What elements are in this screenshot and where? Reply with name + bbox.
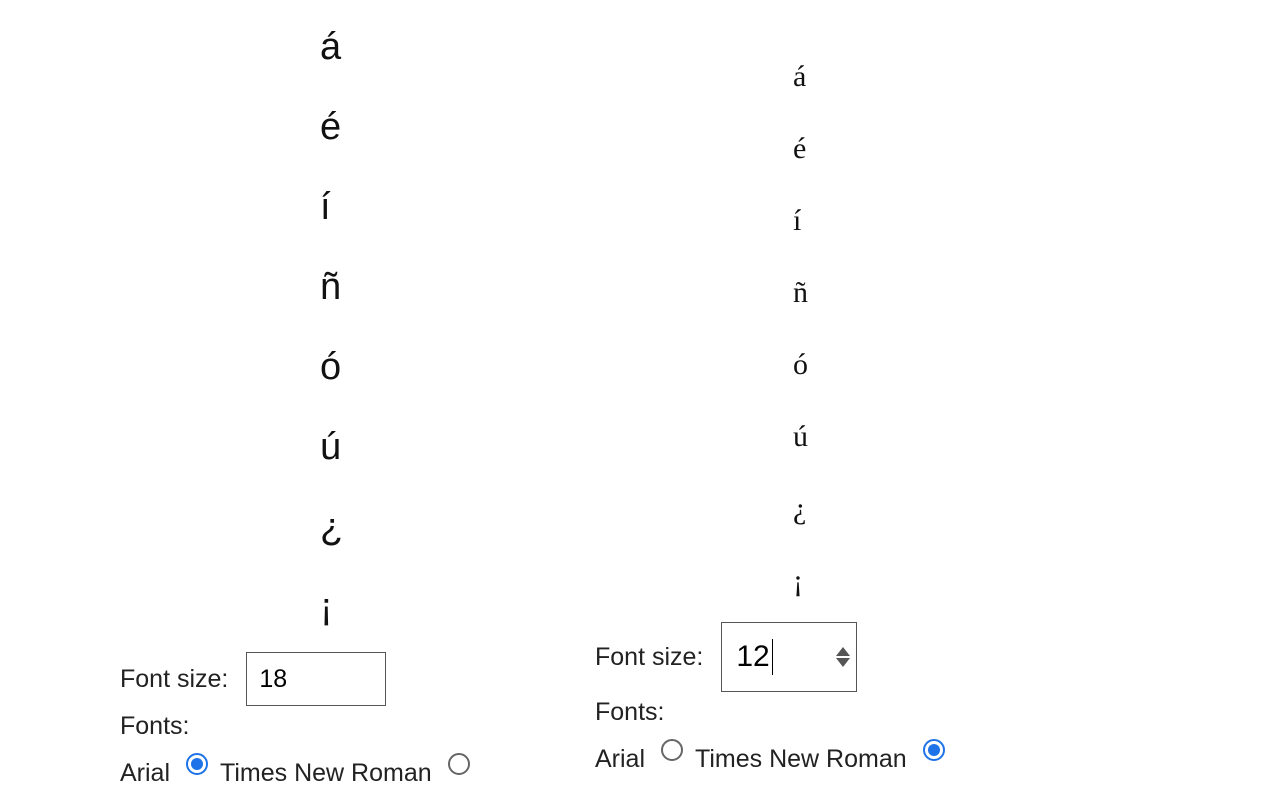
font-options-left: Arial Times New Roman (120, 759, 590, 788)
glyph-button[interactable]: ú (793, 422, 808, 452)
glyph-button[interactable]: ñ (320, 268, 341, 306)
font-option-label: Arial (595, 745, 645, 774)
font-size-input[interactable] (722, 639, 814, 675)
glyph-button[interactable]: ú (320, 428, 341, 466)
glyph-button[interactable]: í (320, 188, 331, 226)
glyph-button[interactable]: á (793, 62, 806, 92)
controls-right: Font size: Fonts: Arial Times New Roman (595, 622, 1065, 774)
glyph-button[interactable]: í (793, 206, 801, 236)
font-option-radio-arial[interactable] (661, 739, 683, 761)
glyph-list-right: á é í ñ ó ú ¿ ¡ (793, 62, 1065, 596)
font-options-right: Arial Times New Roman (595, 745, 1065, 774)
font-size-label: Font size: (120, 665, 228, 694)
glyph-button[interactable]: ¡ (793, 566, 803, 596)
glyph-button[interactable]: é (793, 134, 806, 164)
fonts-label: Fonts: (120, 712, 189, 741)
panel-left: á é í ñ ó ú ¿ ¡ Font size: Fonts: Arial … (120, 0, 590, 788)
font-option-radio-arial[interactable] (186, 753, 208, 775)
font-option-label: Times New Roman (695, 745, 907, 774)
font-option-radio-times[interactable] (448, 753, 470, 775)
glyph-button[interactable]: ¿ (320, 508, 343, 546)
fonts-label: Fonts: (595, 698, 664, 727)
spinner-down-icon[interactable] (836, 658, 850, 667)
glyph-button[interactable]: ó (793, 350, 808, 380)
font-option-label: Arial (120, 759, 170, 788)
text-caret (772, 639, 773, 675)
font-size-input[interactable] (246, 652, 386, 706)
glyph-button[interactable]: ñ (793, 278, 808, 308)
glyph-button[interactable]: é (320, 108, 341, 146)
glyph-list-left: á é í ñ ó ú ¿ ¡ (320, 28, 590, 626)
glyph-button[interactable]: ¿ (793, 494, 806, 524)
font-size-label: Font size: (595, 643, 703, 672)
glyph-button[interactable]: ó (320, 348, 341, 386)
font-option-radio-times[interactable] (923, 739, 945, 761)
glyph-button[interactable]: á (320, 28, 341, 66)
panel-right: á é í ñ ó ú ¿ ¡ Font size: (595, 0, 1065, 774)
font-option-label: Times New Roman (220, 759, 432, 788)
glyph-button[interactable]: ¡ (320, 588, 333, 626)
spinner-up-icon[interactable] (836, 647, 850, 656)
font-size-spinner[interactable] (721, 622, 857, 692)
controls-left: Font size: Fonts: Arial Times New Roman (120, 652, 590, 788)
